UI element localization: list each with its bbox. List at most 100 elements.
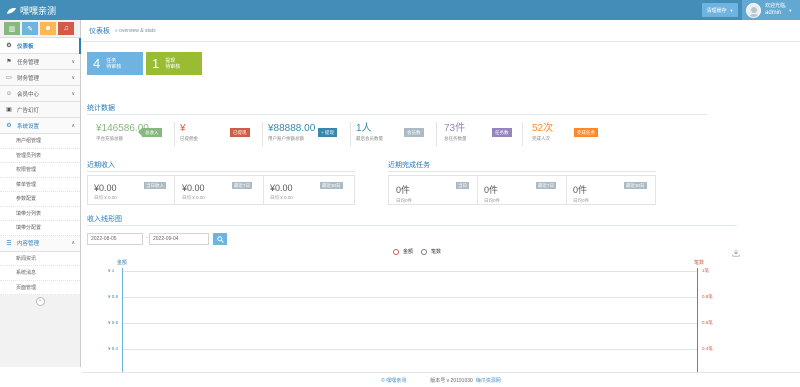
avatar <box>746 2 761 18</box>
username: admin <box>765 10 782 16</box>
income-panel <box>87 175 355 205</box>
legend-label: 金额 <box>403 249 414 255</box>
chevron-down-icon: ∨ <box>71 74 75 81</box>
clear-cache-label: 清理缓存 <box>706 7 727 14</box>
tasks-7d: 0件日均0件 <box>484 183 500 204</box>
tile-sub: 待审核 <box>106 63 122 70</box>
submenu-item[interactable]: 页面管理 <box>0 280 80 295</box>
sidebar-item-finance[interactable]: ▭ 财务管理 ∨ <box>0 70 80 86</box>
sidebar-item-dashboard[interactable]: ⚙ 仪表板 <box>0 38 81 54</box>
submenu-item[interactable]: 权限管理 <box>0 163 80 178</box>
footer-source-link[interactable]: 嗨爪资源网 <box>476 377 501 384</box>
legend-item[interactable]: 笔数 <box>418 248 441 255</box>
footer-version: 版本号 v 20191030 <box>430 377 473 384</box>
download-icon[interactable] <box>732 249 740 257</box>
date-from-input[interactable]: 2022-08-05 <box>87 233 143 245</box>
right-tick-label: 0.4笔 <box>702 346 713 351</box>
submenu-item[interactable]: 填带分列表 <box>0 206 80 221</box>
divider <box>262 122 263 146</box>
date-separator: - <box>146 235 148 241</box>
income-heading: 近期收入 <box>87 162 115 169</box>
tasks-30d: 0件 日均0件 <box>573 183 589 204</box>
sidebar-item-label: 广告幻灯 <box>17 107 40 114</box>
divider <box>174 122 175 146</box>
income-tag: 最近30日 <box>320 182 343 189</box>
shortcut-pencil-button[interactable]: ✎ <box>22 22 38 35</box>
chevron-up-icon: ∧ <box>71 240 75 246</box>
submenu-item[interactable]: 菜单管理 <box>0 177 80 192</box>
sidebar-item-content[interactable]: ☰ 内容管理 ∧ <box>0 235 80 252</box>
submenu-item[interactable]: 管理员列表 <box>0 148 80 163</box>
double-chevron-left-icon[interactable]: « <box>35 296 45 306</box>
left-tick-label: ¥ 1 <box>108 268 115 273</box>
main-content: 仪表板 » overview & stats 4 任务 待审核 1 提现 待审核 统… <box>82 20 800 387</box>
sidebar-item-members[interactable]: ☺ 会员中心 ∨ <box>0 86 80 102</box>
brand[interactable]: 嘿嘿亲测 <box>6 4 56 17</box>
sidebar: ▥ ✎ ☻ ♫ ⚙ 仪表板 ⚑ 任务管理 ∨ ▭ 财务管理 ∨ ☺ 会员中心 ∨ ▣ 广告幻灯 … <box>0 20 81 367</box>
right-axis-line <box>697 268 698 372</box>
right-axis-title: 笔数 <box>694 260 705 266</box>
clear-cache-button[interactable]: 清理缓存 ▼ <box>702 3 738 17</box>
divider <box>566 176 567 204</box>
members-badge: 会员数 <box>404 128 424 137</box>
search-button[interactable] <box>213 233 227 245</box>
submenu-item[interactable]: 系统消息 <box>0 266 80 281</box>
income-7d: ¥0.00 日均 ¥ 0.00 <box>182 183 205 201</box>
tasks-today: 0件 日均0件 <box>396 183 412 204</box>
submenu-item[interactable]: 新闻资讯 <box>0 251 80 266</box>
income-caption: 日均 ¥ 0.00 <box>270 195 293 200</box>
shortcut-signal-button[interactable]: ▥ <box>4 22 20 35</box>
left-axis-title: 金额 <box>117 260 128 266</box>
tasks-value: 0件 <box>396 185 411 195</box>
legend-item[interactable]: 金额 <box>390 248 413 255</box>
cog-icon: ⚙ <box>6 123 12 129</box>
sidebar-collapse: « <box>0 295 80 307</box>
user-menu[interactable]: 欢迎光临, admin ▼ <box>742 0 800 20</box>
divider <box>477 176 478 204</box>
chart-gridline <box>122 271 697 272</box>
submenu-item[interactable]: 填带分配置 <box>0 221 80 236</box>
list-icon: ☰ <box>6 240 12 247</box>
pending-tasks-tile[interactable]: 4 任务 待审核 <box>87 52 143 75</box>
brand-name: 嘿嘿亲测 <box>20 6 57 16</box>
search-icon <box>216 235 224 243</box>
sidebar-item-label: 仪表板 <box>17 43 34 50</box>
legend-label: 笔数 <box>431 249 442 255</box>
welcome-text: 欢迎光临, <box>765 3 787 9</box>
footer-brand: © 嘿嘿亲测 <box>381 377 407 384</box>
income-value: ¥0.00 <box>182 183 205 193</box>
sidebar-item-ads[interactable]: ▣ 广告幻灯 <box>0 102 80 118</box>
shortcuts: ▥ ✎ ☻ ♫ <box>0 20 80 38</box>
completions-badge: 完成任务 <box>574 128 598 137</box>
left-tick-label: ¥ 0.4 <box>108 346 119 351</box>
tasks-tag: 最近7日 <box>536 182 557 189</box>
tasks-tag: 当日 <box>456 182 469 189</box>
pending-withdrawal-tile[interactable]: 1 提现 待审核 <box>146 52 202 75</box>
date-to-input[interactable]: 2022-09-04 <box>149 233 209 245</box>
tasks-caption: 日均0件 <box>484 198 501 203</box>
tasks-badge: 任务数 <box>492 128 512 137</box>
caret-down-icon: ▼ <box>788 7 793 13</box>
withdraw-button[interactable]: + 提现 <box>318 128 337 137</box>
chevron-up-icon: ∧ <box>71 122 75 129</box>
left-tick-label: ¥ 0.8 <box>108 294 119 299</box>
chart-gridline <box>122 323 697 324</box>
picture-icon: ▣ <box>6 107 12 113</box>
legend-marker <box>418 249 429 255</box>
caret-down-icon: ▼ <box>729 7 734 13</box>
submenu-item[interactable]: 用户组管理 <box>0 134 80 149</box>
flag-icon: ⚑ <box>6 59 12 65</box>
tasks-value: 0件 <box>484 185 499 195</box>
sidebar-item-system[interactable]: ⚙ 系统设置 ∧ <box>0 118 80 134</box>
chevron-down-icon: ∨ <box>71 90 75 97</box>
shortcut-users-button[interactable]: ☻ <box>40 22 56 35</box>
submenu-item[interactable]: 参数配置 <box>0 192 80 207</box>
sidebar-item-tasks[interactable]: ⚑ 任务管理 ∨ <box>0 54 80 70</box>
sidebar-item-label: 财务管理 <box>17 75 40 82</box>
divider <box>350 122 351 146</box>
tasks-value: 0件 <box>573 185 588 195</box>
income-today: ¥0.00 日均 ¥ 0.00 <box>94 183 117 201</box>
tasks-heading: 近期完成任务 <box>388 162 430 169</box>
shortcut-bell-button[interactable]: ♫ <box>58 22 74 35</box>
users-icon: ☺ <box>5 90 13 97</box>
